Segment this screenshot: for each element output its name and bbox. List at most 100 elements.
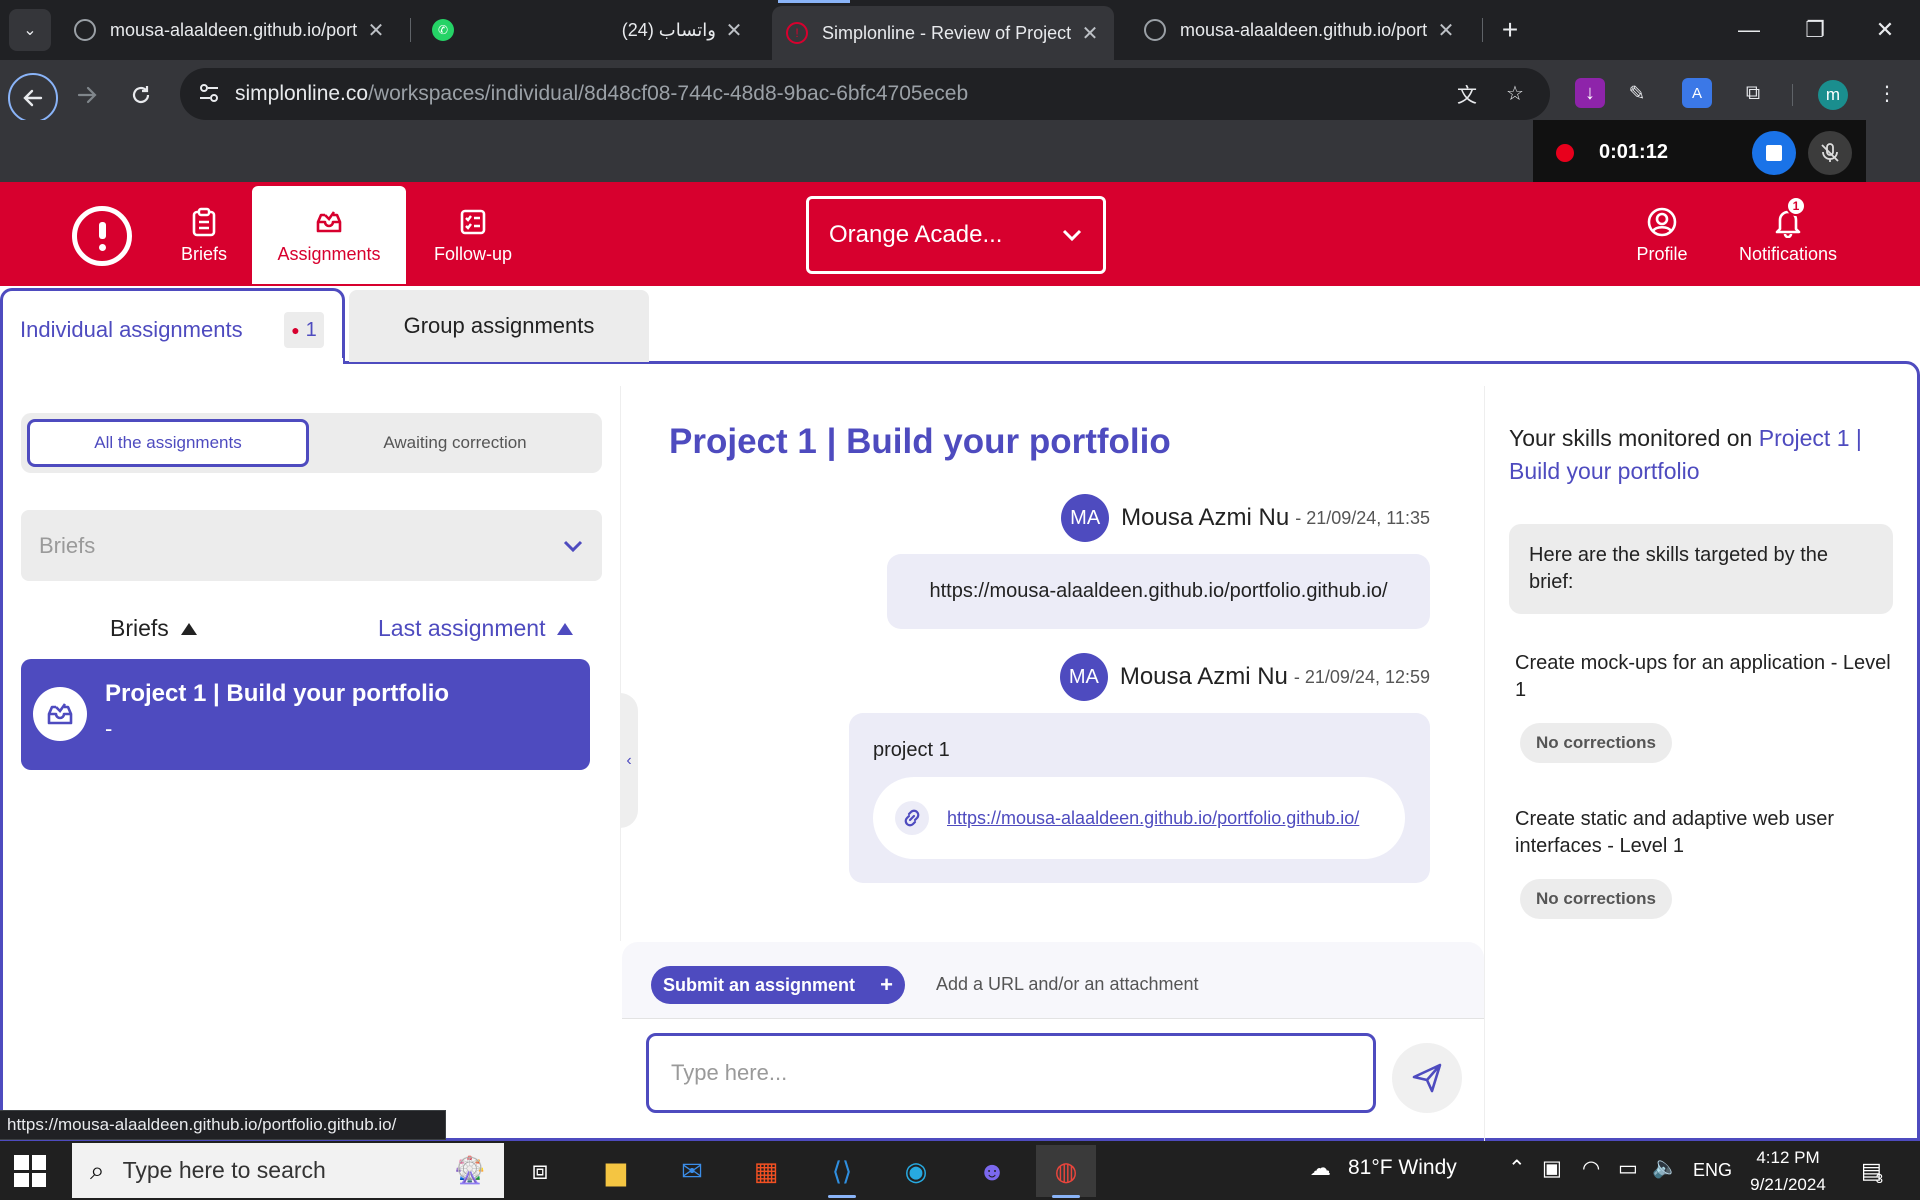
- nav-briefs[interactable]: Briefs: [172, 186, 236, 284]
- chevron-up-icon[interactable]: ⌃: [1508, 1156, 1526, 1181]
- text-extension-icon[interactable]: A: [1682, 78, 1712, 108]
- download-extension-icon[interactable]: ↓: [1575, 78, 1605, 108]
- browser-tab-active[interactable]: ! Simplonline - Review of Project ✕: [772, 6, 1114, 60]
- filter-awaiting-correction[interactable]: Awaiting correction: [320, 419, 590, 467]
- taskbar-search[interactable]: ⌕ Type here to search 🎡: [72, 1143, 504, 1198]
- mute-mic-button[interactable]: [1808, 131, 1852, 175]
- tab-individual-label[interactable]: Individual assignments: [20, 317, 243, 343]
- briefs-select[interactable]: Briefs: [21, 510, 602, 581]
- tab-group-assignments[interactable]: Group assignments: [349, 290, 649, 362]
- mail-icon[interactable]: ✉: [662, 1145, 722, 1197]
- chrome-icon[interactable]: ◍: [1036, 1145, 1096, 1197]
- notification-center-icon[interactable]: ▤ 3: [1855, 1155, 1889, 1187]
- arrow-left-icon: [23, 89, 43, 107]
- back-button[interactable]: [8, 73, 58, 123]
- file-explorer-icon[interactable]: ▆: [586, 1145, 646, 1197]
- filter-all-assignments[interactable]: All the assignments: [27, 419, 309, 467]
- forward-button[interactable]: [66, 74, 108, 116]
- wifi-icon[interactable]: ◠: [1582, 1156, 1600, 1181]
- message-bubble: https://mousa-alaaldeen.github.io/portfo…: [887, 554, 1430, 629]
- new-tab-button[interactable]: +: [1492, 12, 1528, 48]
- globe-icon: [74, 19, 96, 41]
- vscode-icon[interactable]: ⟨⟩: [812, 1145, 872, 1197]
- avatar: MA: [1059, 653, 1108, 701]
- close-window-button[interactable]: ✕: [1860, 10, 1910, 50]
- link-icon: [895, 801, 929, 835]
- sort-by-briefs[interactable]: Briefs: [110, 615, 197, 642]
- user-circle-icon: [1646, 206, 1678, 238]
- restore-button[interactable]: ❐: [1790, 10, 1840, 50]
- task-view-icon[interactable]: ⧈: [510, 1145, 570, 1197]
- submit-assignment-label: Submit an assignment: [663, 974, 856, 995]
- message-header: MA Mousa Azmi Nu - 21/09/24, 12:59: [900, 653, 1430, 701]
- organization-select[interactable]: Orange Acade...: [806, 196, 1106, 274]
- close-tab-icon[interactable]: ✕: [1436, 18, 1456, 43]
- edge-icon[interactable]: ◉: [886, 1145, 946, 1197]
- brief-item-subtitle: -: [105, 716, 113, 741]
- weather-text[interactable]: 81°F Windy: [1348, 1156, 1457, 1180]
- nav-followup-label: Follow-up: [433, 243, 513, 264]
- profile-avatar[interactable]: m: [1818, 80, 1848, 110]
- skills-title-prefix: Your skills monitored on: [1509, 425, 1753, 451]
- tab-title: Simplonline - Review of Project: [822, 22, 1072, 43]
- simplonline-logo[interactable]: [72, 206, 132, 266]
- close-tab-icon[interactable]: ✕: [366, 18, 386, 43]
- close-tab-icon[interactable]: ✕: [724, 18, 744, 43]
- skills-panel-title: Your skills monitored on Project 1 | Bui…: [1509, 422, 1899, 488]
- nav-assignments[interactable]: Assignments: [252, 186, 406, 284]
- submit-assignment-button[interactable]: Submit an assignment +: [651, 966, 905, 1004]
- system-clock[interactable]: 4:12 PM 9/21/2024: [1743, 1144, 1833, 1198]
- briefs-select-placeholder: Briefs: [39, 532, 96, 558]
- battery-icon[interactable]: ▭: [1618, 1156, 1638, 1181]
- send-button[interactable]: [1392, 1043, 1462, 1113]
- column-divider: [620, 386, 621, 941]
- discord-icon[interactable]: ☻: [962, 1145, 1022, 1197]
- clock-date: 9/21/2024: [1750, 1175, 1826, 1194]
- whatsapp-icon: ✆: [432, 19, 454, 41]
- send-icon: [1412, 1063, 1442, 1093]
- windows-start-icon[interactable]: [14, 1155, 46, 1187]
- eyedropper-icon[interactable]: ✎: [1622, 78, 1652, 108]
- browser-menu-icon[interactable]: ⋮: [1872, 78, 1902, 108]
- translate-icon[interactable]: 文: [1452, 78, 1482, 108]
- nav-followup[interactable]: Follow-up: [424, 186, 522, 284]
- taskbar-search-placeholder: Type here to search: [122, 1157, 326, 1183]
- url-text[interactable]: simplonline.co/workspaces/individual/8d4…: [235, 82, 968, 106]
- sort-briefs-label: Briefs: [110, 615, 169, 641]
- skill-status-badge: No corrections: [1520, 879, 1672, 919]
- plus-icon: +: [880, 972, 893, 997]
- attachment-link-card[interactable]: https://mousa-alaaldeen.github.io/portfo…: [873, 777, 1405, 859]
- skills-intro: Here are the skills targeted by the brie…: [1509, 524, 1893, 614]
- chevron-down-icon: [1062, 229, 1082, 242]
- tab-separator: [1482, 18, 1483, 42]
- sort-by-last-assignment[interactable]: Last assignment: [378, 615, 574, 642]
- reload-icon: [132, 86, 150, 104]
- bookmark-star-icon[interactable]: ☆: [1500, 78, 1530, 108]
- brief-list-item[interactable]: [21, 659, 590, 770]
- browser-tab[interactable]: mousa-alaaldeen.github.io/port ✕: [1130, 8, 1470, 52]
- inbox-check-icon: [313, 206, 345, 238]
- nav-profile[interactable]: Profile: [1632, 186, 1692, 284]
- url-host: simplonline.co: [235, 82, 369, 105]
- minimize-button[interactable]: —: [1724, 10, 1774, 50]
- message-author: Mousa Azmi Nu: [1121, 504, 1290, 531]
- extensions-puzzle-icon[interactable]: ⧉: [1738, 78, 1768, 108]
- language-indicator[interactable]: ENG: [1693, 1160, 1732, 1181]
- sort-last-label: Last assignment: [378, 615, 546, 641]
- chevron-down-icon: [563, 540, 583, 552]
- tab-list-button[interactable]: ⌄: [9, 9, 51, 51]
- running-indicator: [828, 1195, 856, 1198]
- volume-icon[interactable]: 🔈: [1652, 1156, 1678, 1180]
- avatar: MA: [1061, 494, 1110, 542]
- attachment-link[interactable]: https://mousa-alaaldeen.github.io/portfo…: [947, 808, 1359, 829]
- store-icon[interactable]: ▦: [736, 1145, 796, 1197]
- meet-icon[interactable]: ▣: [1542, 1156, 1562, 1181]
- browser-tab[interactable]: ✆ واتساب (24) ✕: [418, 8, 758, 52]
- message-input[interactable]: [646, 1033, 1376, 1113]
- reload-button[interactable]: [120, 74, 162, 116]
- close-tab-icon[interactable]: ✕: [1080, 21, 1100, 46]
- collapse-panel-handle[interactable]: ‹: [620, 693, 638, 828]
- stop-recording-button[interactable]: [1752, 131, 1796, 175]
- browser-tab[interactable]: mousa-alaaldeen.github.io/port ✕: [60, 8, 400, 52]
- site-info-icon[interactable]: [196, 80, 222, 106]
